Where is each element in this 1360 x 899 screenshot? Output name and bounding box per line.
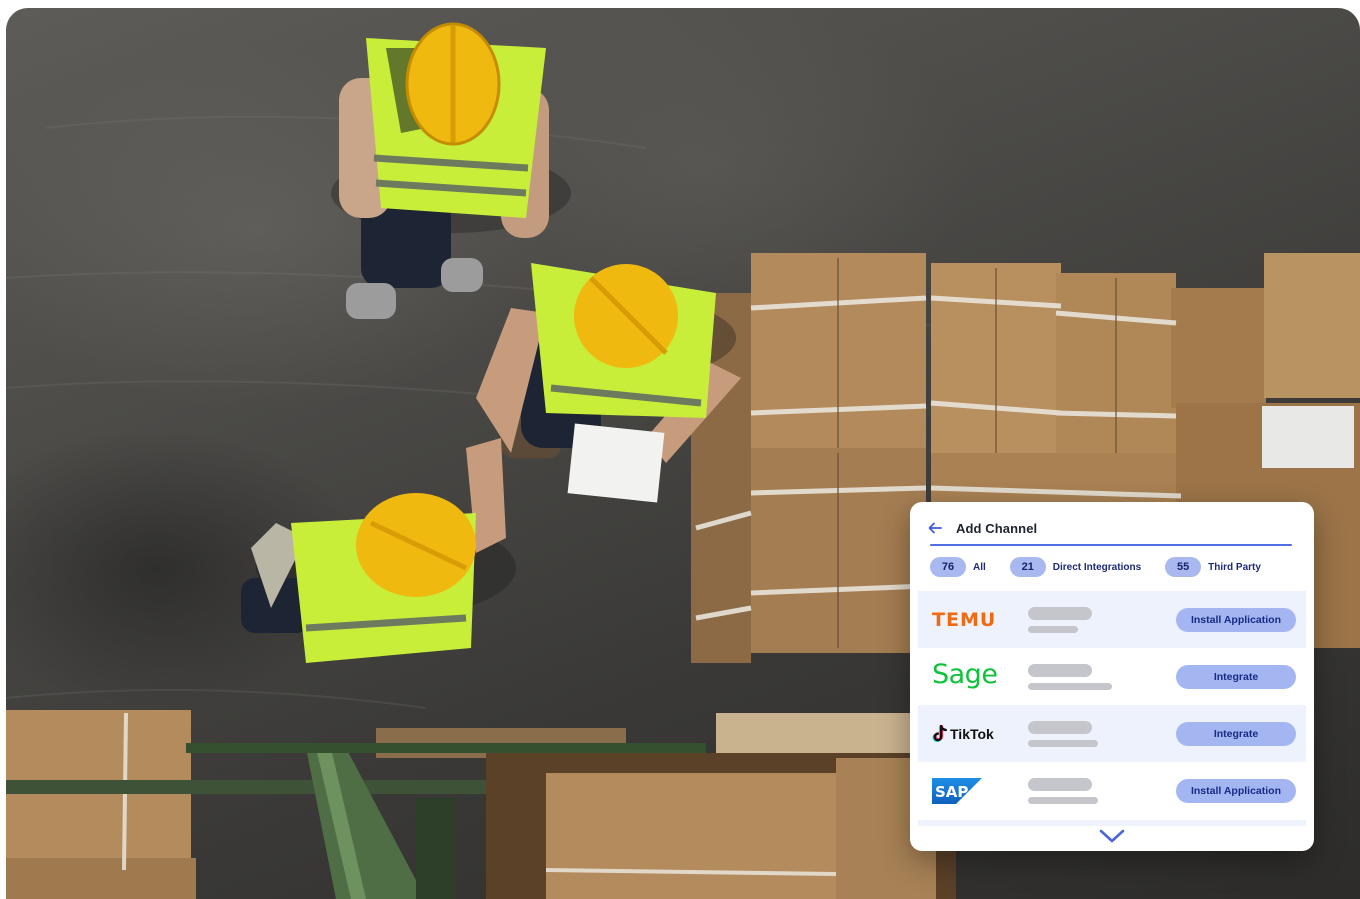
arrow-left-icon (928, 522, 942, 534)
placeholder-line (1028, 739, 1098, 747)
filter-third-party[interactable]: 55 Third Party (1165, 557, 1261, 577)
tiktok-note-icon (932, 724, 947, 742)
channel-list: TEMU Install Application Sage Integrate (918, 591, 1306, 819)
chevron-down-icon[interactable] (1099, 829, 1125, 843)
integrate-button[interactable]: Integrate (1176, 664, 1296, 689)
install-application-button[interactable]: Install Application (1176, 607, 1296, 632)
worker-bottom (241, 438, 516, 663)
back-button[interactable] (928, 521, 942, 535)
sage-logo-text: Sage (932, 659, 998, 690)
placeholder-line (1028, 606, 1092, 620)
sap-logo-badge: SAP (932, 777, 982, 804)
placeholder-text (1028, 606, 1092, 633)
filter-direct-integrations[interactable]: 21 Direct Integrations (1009, 557, 1142, 577)
integrate-button[interactable]: Integrate (1176, 721, 1296, 746)
tiktok-logo-text: TikTok (950, 725, 994, 742)
header-divider (930, 544, 1292, 546)
foreground-pallets (6, 710, 956, 899)
placeholder-line (1028, 777, 1092, 791)
filter-label: Direct Integrations (1052, 561, 1142, 573)
placeholder-line (1028, 720, 1092, 734)
channel-row-sage: Sage Integrate (918, 648, 1306, 705)
tiktok-logo-mark: TikTok (932, 724, 994, 743)
channel-row-tiktok: TikTok Integrate (918, 705, 1306, 762)
tiktok-logo: TikTok (932, 705, 1022, 762)
filter-count-badge: 76 (930, 557, 966, 577)
sap-logo-shape: SAP (932, 777, 982, 804)
placeholder-line (1028, 796, 1098, 804)
panel-title: Add Channel (956, 520, 1038, 536)
sap-logo: SAP (932, 762, 1022, 819)
placeholder-text (1028, 663, 1112, 690)
channel-row-sap: SAP Install Application (918, 762, 1306, 819)
install-application-button[interactable]: Install Application (1176, 778, 1296, 803)
sap-logo-text: SAP (935, 783, 968, 801)
placeholder-line (1028, 625, 1078, 633)
filter-label: Third Party (1208, 561, 1261, 573)
placeholder-line (1028, 682, 1112, 690)
panel-header: Add Channel (928, 518, 1037, 538)
temu-logo: TEMU (932, 591, 1022, 648)
filter-tabs: 76 All 21 Direct Integrations 55 Third P… (930, 557, 1261, 577)
add-channel-panel: Add Channel 76 All 21 Direct Integration… (910, 502, 1314, 851)
placeholder-text (1028, 720, 1098, 747)
filter-count-badge: 21 (1009, 557, 1046, 577)
filter-label: All (973, 561, 986, 573)
sage-logo: Sage (932, 648, 1022, 705)
next-row-peek (918, 820, 1306, 826)
placeholder-line (1028, 663, 1092, 677)
filter-all[interactable]: 76 All (930, 557, 986, 577)
placeholder-text (1028, 777, 1098, 804)
filter-count-badge: 55 (1165, 557, 1202, 577)
temu-logo-text: TEMU (932, 608, 997, 631)
channel-row-temu: TEMU Install Application (918, 591, 1306, 648)
